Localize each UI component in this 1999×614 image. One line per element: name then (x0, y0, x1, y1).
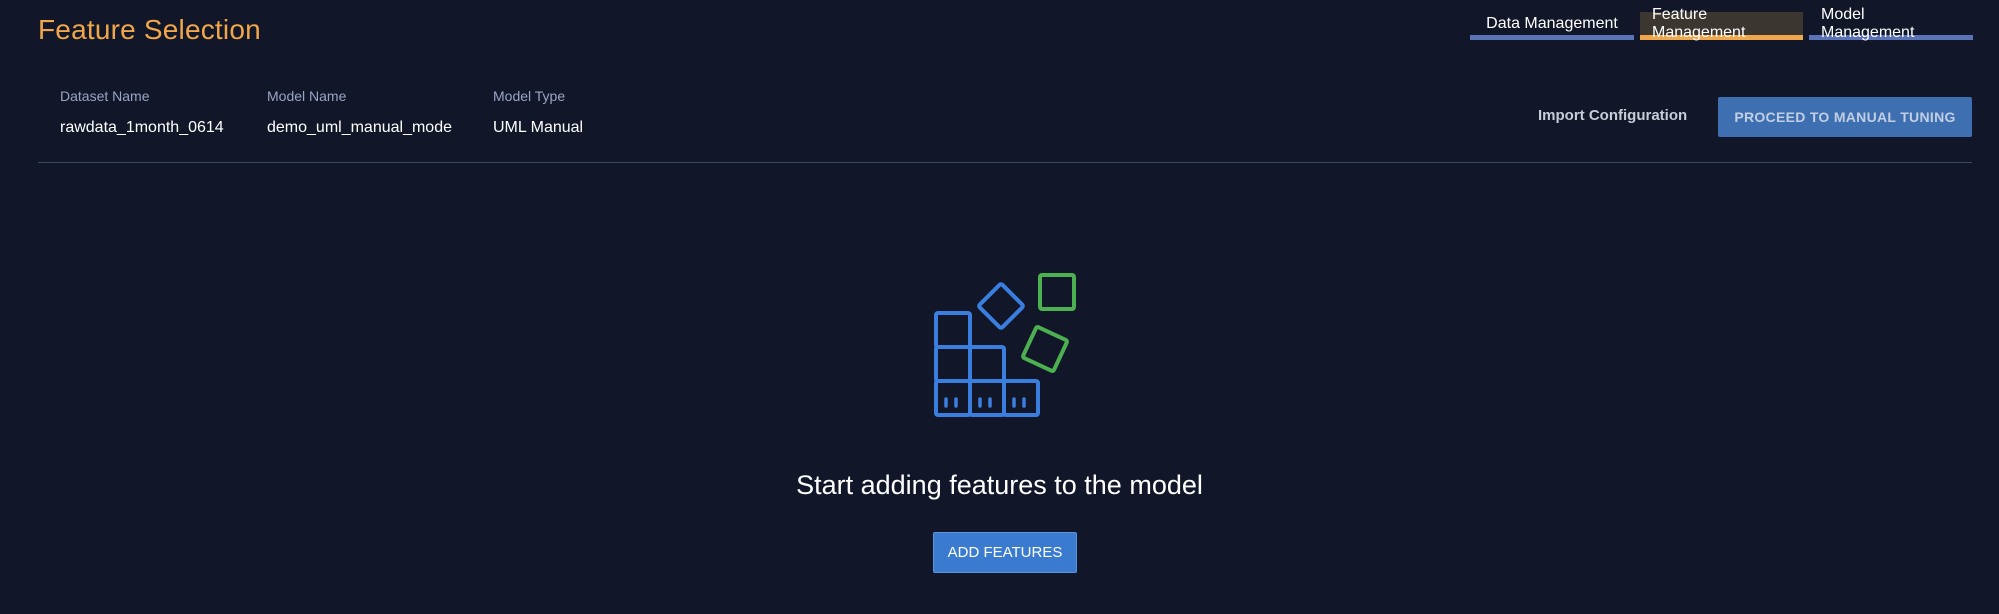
model-name-label: Model Name (267, 88, 347, 104)
block-green-tilted (1021, 325, 1069, 373)
top-nav-tabs: Data Management Feature Management Model… (1470, 6, 1973, 41)
model-name-info: Model Name demo_uml_manual_mode (267, 88, 452, 137)
model-type-value: UML Manual (493, 119, 584, 136)
dataset-name-label: Dataset Name (60, 88, 150, 104)
block-right-bottom (1002, 379, 1040, 417)
model-name-value: demo_uml_manual_mode (267, 119, 452, 136)
block-left-top (934, 311, 972, 349)
block-left-bottom (934, 379, 972, 417)
page: Feature Selection Data Management Featur… (0, 0, 1999, 614)
block-diamond (977, 282, 1025, 330)
import-configuration-link[interactable]: Import Configuration (1538, 107, 1687, 124)
page-title: Feature Selection (38, 14, 261, 45)
model-type-info: Model Type UML Manual (493, 88, 583, 137)
block-left-middle (934, 345, 972, 383)
tab-data-management[interactable]: Data Management (1470, 12, 1634, 40)
dataset-name-value: rawdata_1month_0614 (60, 119, 224, 136)
empty-state-message: Start adding features to the model (796, 470, 1203, 500)
header-divider (38, 162, 1972, 163)
tab-model-management[interactable]: Model Management (1809, 6, 1973, 41)
add-features-button[interactable]: ADD FEATURES (933, 532, 1077, 573)
model-type-label: Model Type (493, 88, 566, 104)
block-middle-middle (968, 345, 1006, 383)
tab-feature-management[interactable]: Feature Management (1640, 6, 1803, 41)
proceed-to-manual-tuning-button[interactable]: PROCEED TO MANUAL TUNING (1718, 97, 1972, 137)
dataset-name-info: Dataset Name rawdata_1month_0614 (60, 88, 224, 137)
block-middle-bottom (968, 379, 1006, 417)
blocks-stack-icon (934, 273, 1076, 417)
block-green-square (1038, 273, 1076, 311)
